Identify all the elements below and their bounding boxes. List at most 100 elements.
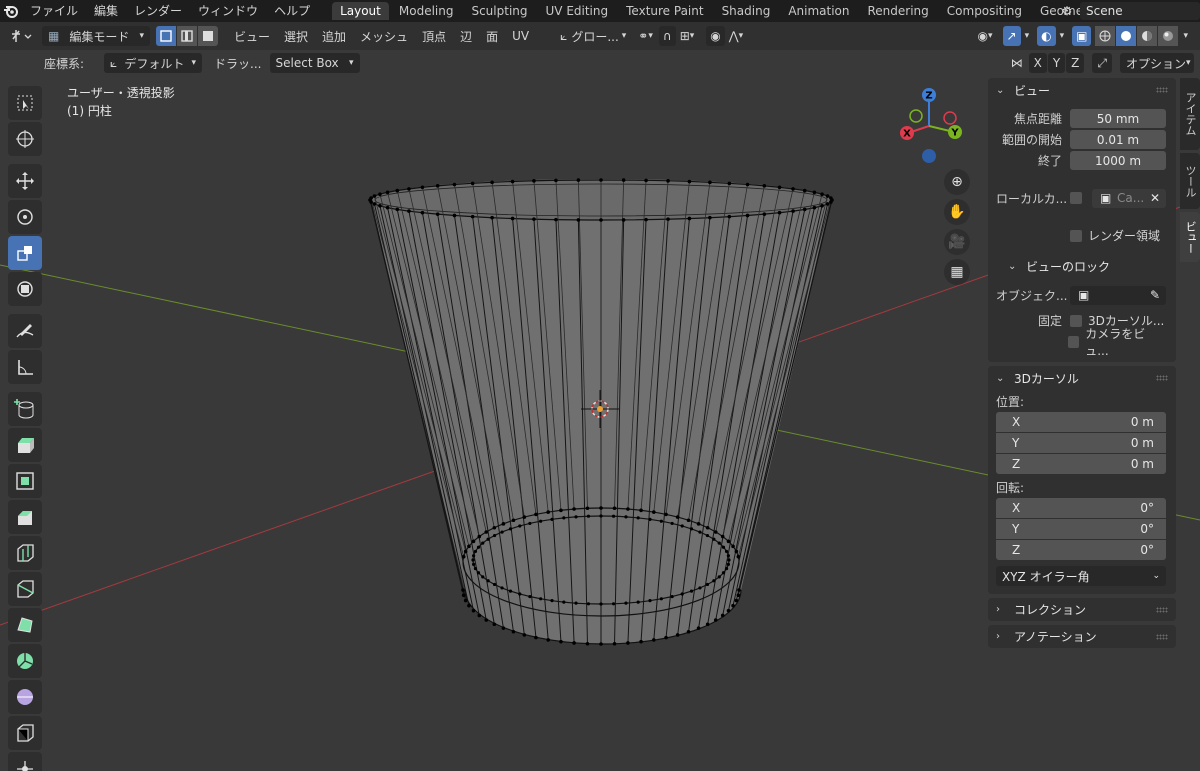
menu-edge[interactable]: 辺	[453, 28, 479, 45]
mesh-vertex[interactable]	[762, 184, 767, 188]
mesh-vertex[interactable]	[435, 184, 440, 188]
mesh-vertex[interactable]	[705, 533, 710, 538]
tab-texture-paint[interactable]: Texture Paint	[618, 2, 711, 20]
mesh-vertex[interactable]	[680, 524, 684, 528]
mesh-vertex[interactable]	[500, 586, 504, 590]
tab-uv-editing[interactable]: UV Editing	[538, 2, 617, 20]
lock-cursor-checkbox[interactable]	[1070, 314, 1082, 327]
collection-panel-header[interactable]: › コレクション	[988, 598, 1176, 621]
camera-view-button[interactable]: 🎥	[944, 229, 970, 255]
material-shading-icon[interactable]	[1137, 26, 1158, 46]
mesh-vertex[interactable]	[574, 601, 578, 605]
mesh-vertex[interactable]	[472, 562, 476, 566]
zoom-button[interactable]: ⊕	[944, 169, 970, 195]
mesh-vertex[interactable]	[472, 554, 476, 558]
mesh-vertex[interactable]	[670, 594, 674, 599]
3d-cursor-panel-header[interactable]: ⌄ 3Dカーソル	[988, 366, 1176, 390]
loop-cut-tool[interactable]	[8, 536, 42, 570]
mesh-vertex[interactable]	[686, 629, 691, 634]
mirror-icon[interactable]: ⋈	[1011, 56, 1023, 70]
focal-length-field[interactable]: 50 mm	[1070, 109, 1166, 128]
xray-toggle[interactable]: ▣	[1072, 26, 1092, 46]
mesh-vertex[interactable]	[802, 188, 807, 193]
menu-select[interactable]: 選択	[277, 28, 315, 45]
mesh-vertex[interactable]	[522, 633, 527, 637]
mesh-vertex[interactable]	[611, 602, 616, 606]
tab-modeling[interactable]: Modeling	[391, 2, 462, 20]
pivot-point-dropdown[interactable]: ⚭ ▾	[634, 26, 657, 46]
mesh-vertex[interactable]	[470, 181, 475, 186]
mesh-vertex[interactable]	[490, 180, 494, 185]
render-region-checkbox[interactable]	[1070, 229, 1082, 242]
inset-tool[interactable]	[8, 464, 42, 498]
mesh-vertex[interactable]	[576, 178, 581, 182]
mesh-vertex[interactable]	[720, 613, 725, 618]
mesh-vertex[interactable]	[511, 518, 516, 523]
mesh-vertex[interactable]	[736, 554, 741, 559]
mesh-vertex[interactable]	[666, 179, 670, 183]
add-cube-tool[interactable]	[8, 392, 42, 426]
mesh-vertex[interactable]	[626, 507, 630, 511]
mesh-vertex[interactable]	[539, 519, 543, 523]
mesh-vertex[interactable]	[825, 202, 830, 206]
view-panel-header[interactable]: ⌄ ビュー	[988, 78, 1176, 102]
annotate-tool[interactable]	[8, 314, 42, 348]
mesh-vertex[interactable]	[791, 187, 795, 191]
mesh-vertex[interactable]	[534, 635, 538, 640]
mesh-vertex[interactable]	[467, 603, 471, 608]
mesh-vertex[interactable]	[572, 641, 576, 645]
mesh-vertex[interactable]	[435, 212, 440, 216]
lock-object-field[interactable]: ▣ ✎	[1070, 285, 1166, 305]
mesh-vertex[interactable]	[612, 641, 617, 646]
mesh-vertex[interactable]	[708, 215, 712, 220]
mesh-vertex[interactable]	[599, 602, 603, 606]
mesh-vertex[interactable]	[452, 182, 457, 187]
transform-tool[interactable]	[8, 272, 42, 306]
mesh-vertex[interactable]	[652, 510, 656, 514]
mesh-vertex[interactable]	[546, 638, 550, 642]
menu-help[interactable]: ヘルプ	[266, 0, 318, 22]
mesh-vertex[interactable]	[369, 196, 373, 200]
mesh-vertex[interactable]	[508, 527, 513, 531]
mesh-vertex[interactable]	[829, 196, 833, 200]
shrink-fatten-tool[interactable]	[8, 752, 42, 771]
mesh-vertex[interactable]	[648, 517, 652, 521]
mesh-vertex[interactable]	[812, 190, 817, 195]
mesh-vertex[interactable]	[726, 608, 731, 613]
mesh-vertex[interactable]	[407, 209, 411, 213]
mesh-vertex[interactable]	[652, 638, 656, 642]
mesh-vertex[interactable]	[395, 188, 400, 193]
cursor-tool[interactable]	[8, 122, 42, 156]
mesh-vertex[interactable]	[501, 626, 506, 630]
mesh-vertex[interactable]	[476, 545, 481, 549]
mesh-vertex[interactable]	[726, 539, 731, 544]
mesh-vertex[interactable]	[680, 592, 684, 596]
mesh-vertex[interactable]	[539, 597, 543, 601]
tab-item[interactable]: アイテム	[1180, 78, 1200, 150]
tab-tool[interactable]: ツール	[1180, 153, 1200, 209]
drag-grip-icon[interactable]	[1156, 87, 1168, 93]
mesh-vertex[interactable]	[562, 600, 566, 604]
tab-sculpting[interactable]: Sculpting	[463, 2, 535, 20]
gizmo-neg-x[interactable]	[943, 111, 957, 125]
mesh-vertex[interactable]	[463, 549, 468, 554]
tab-compositing[interactable]: Compositing	[939, 2, 1030, 20]
mesh-vertex[interactable]	[713, 618, 718, 622]
mesh-vertex[interactable]	[675, 515, 680, 519]
mesh-vertex[interactable]	[777, 210, 782, 215]
move-tool[interactable]	[8, 164, 42, 198]
mesh-vertex[interactable]	[689, 527, 694, 531]
rotate-tool[interactable]	[8, 200, 42, 234]
mesh-vertex[interactable]	[724, 549, 729, 554]
vertex-select-icon[interactable]	[156, 26, 176, 46]
mesh-vertex[interactable]	[407, 187, 411, 191]
mesh-vertex[interactable]	[461, 593, 466, 598]
mesh-vertex[interactable]	[636, 516, 640, 520]
mesh-vertex[interactable]	[687, 179, 692, 184]
mesh-vertex[interactable]	[713, 530, 718, 534]
edge-slide-tool[interactable]	[8, 716, 42, 750]
menu-edit[interactable]: 編集	[86, 0, 126, 22]
mesh-vertex[interactable]	[473, 566, 478, 571]
scene-name[interactable]: Scene	[1080, 2, 1200, 20]
mesh-vertex[interactable]	[712, 579, 716, 583]
